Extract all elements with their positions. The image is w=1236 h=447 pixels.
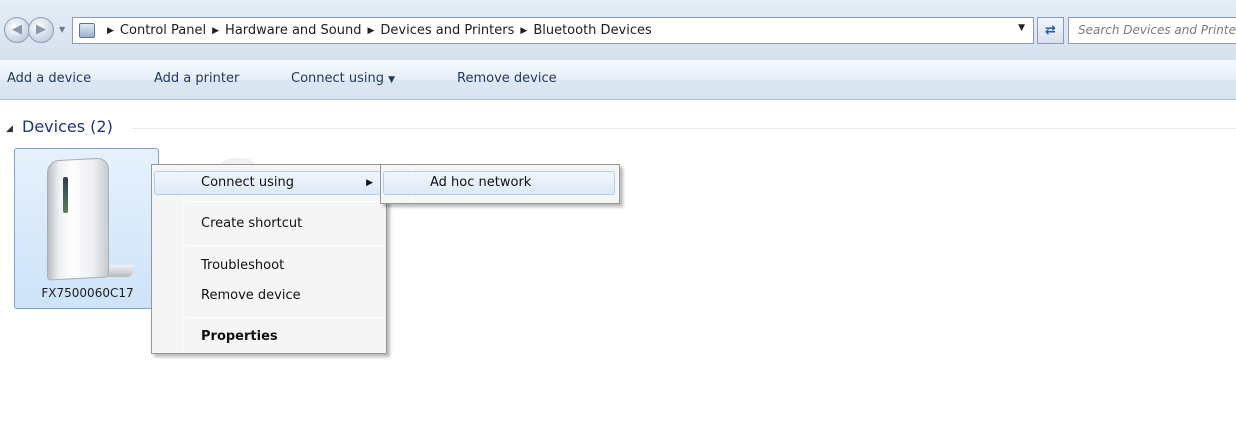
connect-using-label: Connect using xyxy=(291,71,384,86)
menu-separator xyxy=(186,317,383,318)
menu-item-label: Create shortcut xyxy=(201,216,303,231)
remove-device-button[interactable]: Remove device xyxy=(457,71,557,86)
menu-item-label: Properties xyxy=(201,329,278,344)
breadcrumb-separator-icon[interactable]: ▶ xyxy=(520,26,527,36)
chevron-down-icon: ▼ xyxy=(388,75,396,85)
add-device-button[interactable]: Add a device xyxy=(7,71,91,86)
breadcrumb: ▶ Control Panel ▶ Hardware and Sound ▶ D… xyxy=(101,18,652,43)
group-divider xyxy=(132,128,1236,129)
device-tile[interactable]: FX7500060C17 xyxy=(14,148,159,309)
search-placeholder: Search Devices and Printers xyxy=(1078,23,1236,37)
breadcrumb-separator-icon[interactable]: ▶ xyxy=(107,26,114,36)
add-printer-button[interactable]: Add a printer xyxy=(154,71,239,86)
back-arrow-icon[interactable]: ◀ xyxy=(4,17,30,43)
rfid-reader-device-icon xyxy=(47,157,109,281)
breadcrumb-control-panel[interactable]: Control Panel xyxy=(120,23,206,38)
menu-item-ad-hoc-network[interactable]: Ad hoc network xyxy=(383,171,615,195)
menu-item-properties[interactable]: Properties xyxy=(154,325,384,349)
address-dropdown-icon[interactable]: ▼ xyxy=(1018,23,1025,33)
command-bar: Add a device Add a printer Connect using… xyxy=(0,60,1236,100)
connect-using-submenu: Ad hoc network xyxy=(380,164,620,204)
menu-separator xyxy=(186,201,383,202)
refresh-icon[interactable]: ⇄ xyxy=(1037,17,1064,44)
menu-item-connect-using[interactable]: Connect using ▶ xyxy=(154,171,384,195)
collapse-group-icon[interactable]: ◢ xyxy=(6,124,13,134)
submenu-arrow-icon: ▶ xyxy=(366,178,373,188)
menu-item-create-shortcut[interactable]: Create shortcut xyxy=(154,212,384,236)
device-status-light xyxy=(63,177,68,213)
menu-item-label: Remove device xyxy=(201,288,301,303)
menu-item-label: Troubleshoot xyxy=(201,258,285,273)
search-input[interactable]: Search Devices and Printers xyxy=(1068,17,1236,44)
device-label: FX7500060C17 xyxy=(41,286,134,300)
menu-item-troubleshoot[interactable]: Troubleshoot xyxy=(154,254,384,278)
breadcrumb-separator-icon[interactable]: ▶ xyxy=(212,26,219,36)
breadcrumb-hardware-and-sound[interactable]: Hardware and Sound xyxy=(225,23,361,38)
context-menu: Connect using ▶ Create shortcut Troubles… xyxy=(151,164,387,354)
menu-separator xyxy=(186,245,383,246)
group-title[interactable]: Devices (2) xyxy=(22,117,113,136)
breadcrumb-bluetooth-devices[interactable]: Bluetooth Devices xyxy=(533,23,651,38)
forward-arrow-icon[interactable]: ▶ xyxy=(28,17,54,43)
menu-item-label: Ad hoc network xyxy=(430,175,532,190)
control-panel-icon xyxy=(79,23,95,38)
connect-using-button[interactable]: Connect using ▼ xyxy=(291,71,395,86)
breadcrumb-devices-and-printers[interactable]: Devices and Printers xyxy=(380,23,514,38)
address-bar: ◀ ▶ ▼ ▶ Control Panel ▶ Hardware and Sou… xyxy=(0,0,1236,60)
menu-item-remove-device[interactable]: Remove device xyxy=(154,284,384,308)
recent-pages-dropdown-icon[interactable]: ▼ xyxy=(59,25,65,34)
breadcrumb-separator-icon[interactable]: ▶ xyxy=(367,26,374,36)
address-box[interactable]: ▶ Control Panel ▶ Hardware and Sound ▶ D… xyxy=(72,17,1034,44)
menu-item-label: Connect using xyxy=(201,175,294,190)
